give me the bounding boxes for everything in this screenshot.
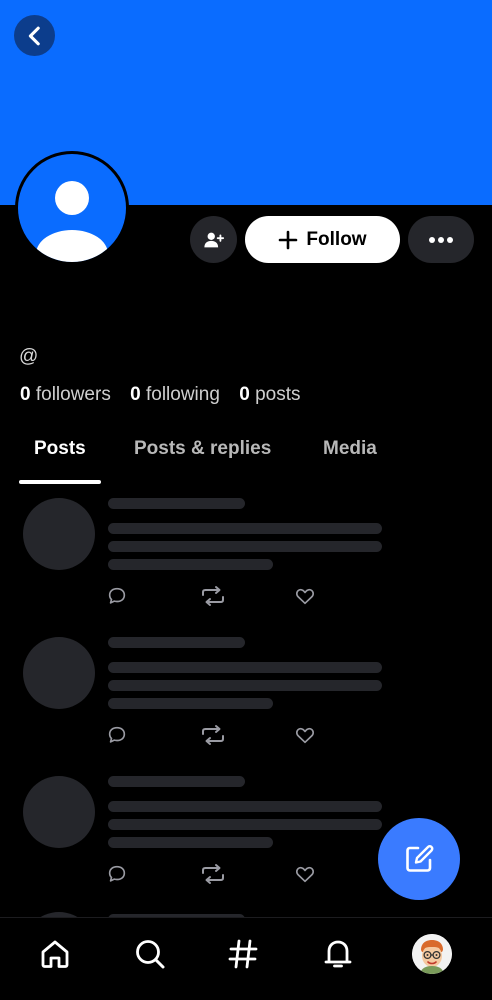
repost-button[interactable]: [200, 583, 226, 609]
bell-icon: [324, 940, 352, 968]
like-icon: [295, 866, 315, 883]
like-icon: [295, 588, 315, 605]
post-skeleton: [0, 498, 492, 628]
bottom-navigation: [0, 917, 492, 1000]
repost-icon: [202, 725, 224, 745]
posts-label: posts: [255, 384, 301, 405]
profile-tabs: Posts Posts & replies Media: [0, 432, 492, 484]
reply-button[interactable]: [104, 722, 130, 748]
following-count: 0: [130, 384, 141, 405]
post-avatar-placeholder: [23, 498, 95, 570]
skeleton-line: [108, 837, 273, 848]
repost-button[interactable]: [200, 722, 226, 748]
user-avatar-icon: [412, 934, 452, 974]
like-button[interactable]: [292, 583, 318, 609]
more-options-button[interactable]: [408, 216, 474, 263]
reply-button[interactable]: [104, 861, 130, 887]
home-icon: [41, 940, 69, 968]
posts-count: 0: [239, 384, 250, 405]
skeleton-line: [108, 819, 382, 830]
profile-handle: @: [19, 346, 39, 367]
following-label: following: [145, 384, 220, 405]
nav-search[interactable]: [130, 934, 170, 974]
like-button[interactable]: [292, 861, 318, 887]
profile-avatar[interactable]: [15, 151, 129, 265]
skeleton-line: [108, 680, 382, 691]
skeleton-line: [108, 662, 382, 673]
search-icon: [136, 940, 165, 969]
profile-stats: 0 followers 0 following 0 posts: [20, 384, 300, 406]
back-button[interactable]: [14, 15, 55, 56]
like-button[interactable]: [292, 722, 318, 748]
posts-stat: 0 posts: [239, 384, 300, 405]
reply-button[interactable]: [104, 583, 130, 609]
plus-icon: [279, 230, 298, 249]
post-skeleton: [0, 637, 492, 767]
followers-stat[interactable]: 0 followers: [20, 384, 111, 405]
nav-home[interactable]: [35, 934, 75, 974]
nav-profile-avatar[interactable]: [412, 934, 452, 974]
skeleton-line: [108, 698, 273, 709]
chevron-left-icon: [28, 26, 40, 45]
follow-button[interactable]: Follow: [245, 216, 400, 263]
compose-icon: [406, 845, 434, 872]
skeleton-line: [108, 776, 245, 787]
followers-label: followers: [35, 384, 111, 405]
active-tab-indicator: [19, 480, 101, 484]
post-avatar-placeholder: [23, 637, 95, 709]
following-stat[interactable]: 0 following: [130, 384, 220, 405]
repost-button[interactable]: [200, 861, 226, 887]
suggested-follows-button[interactable]: [190, 216, 237, 263]
skeleton-line: [108, 559, 273, 570]
repost-icon: [202, 864, 224, 884]
skeleton-line: [108, 498, 245, 509]
repost-icon: [202, 586, 224, 606]
compose-post-button[interactable]: [378, 818, 460, 900]
tab-media[interactable]: Media: [323, 438, 377, 460]
skeleton-line: [108, 801, 382, 812]
follow-button-label: Follow: [306, 228, 367, 250]
reply-icon: [108, 587, 126, 604]
nav-feeds[interactable]: [223, 934, 263, 974]
reply-icon: [108, 865, 126, 882]
tab-posts[interactable]: Posts: [34, 438, 86, 460]
like-icon: [295, 727, 315, 744]
skeleton-line: [108, 541, 382, 552]
ellipsis-icon: [429, 236, 453, 243]
followers-count: 0: [20, 384, 31, 405]
reply-icon: [108, 726, 126, 743]
tab-posts-and-replies[interactable]: Posts & replies: [134, 438, 271, 460]
hashtag-icon: [228, 939, 258, 969]
user-plus-icon: [203, 232, 224, 247]
post-avatar-placeholder: [23, 776, 95, 848]
nav-notifications[interactable]: [318, 934, 358, 974]
default-user-avatar-icon: [36, 181, 108, 262]
skeleton-line: [108, 523, 382, 534]
skeleton-line: [108, 637, 245, 648]
